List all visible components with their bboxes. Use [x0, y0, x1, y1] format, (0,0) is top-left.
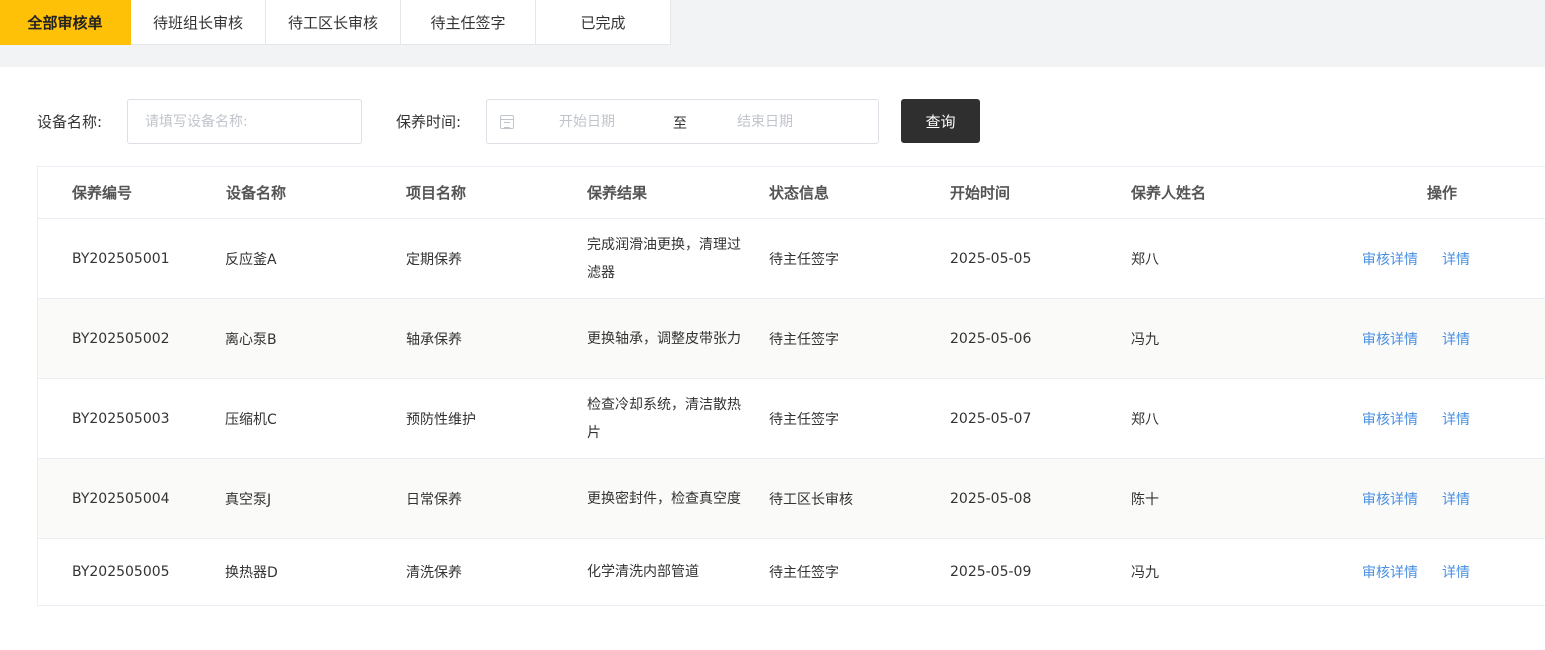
cell-result: 更换密封件，检查真空度: [587, 490, 741, 507]
cell-status: 待主任签字: [769, 251, 839, 268]
cell-start-time: 2025-05-08: [950, 490, 1032, 507]
cell-start-time: 2025-05-06: [950, 330, 1032, 347]
header-result: 保养结果: [587, 184, 648, 202]
review-details-link[interactable]: 审核详情: [1362, 562, 1418, 582]
tab-completed[interactable]: 已完成: [536, 0, 671, 45]
device-name-field-wrapper: [127, 99, 362, 144]
maintenance-time-label: 保养时间:: [396, 113, 462, 131]
date-range-picker[interactable]: 开始日期 至 结束日期: [486, 99, 879, 144]
query-button[interactable]: 查询: [901, 99, 980, 143]
cell-actions: 审核详情 详情: [1314, 249, 1545, 269]
cell-device-name: 反应釜A: [225, 251, 277, 268]
cell-person: 郑八: [1131, 251, 1159, 268]
review-details-link[interactable]: 审核详情: [1362, 249, 1418, 269]
cell-status: 待主任签字: [769, 411, 839, 428]
header-device-name: 设备名称: [226, 184, 287, 202]
cell-result: 检查冷却系统，清洁散热片: [587, 396, 741, 441]
cell-device-name: 真空泵J: [225, 491, 272, 508]
calendar-icon: [500, 115, 514, 129]
tab-list: 全部审核单 待班组长审核 待工区长审核 待主任签字 已完成: [0, 0, 671, 45]
cell-status: 待工区长审核: [769, 491, 853, 508]
header-maintenance-id: 保养编号: [72, 184, 133, 202]
tab-bar: 全部审核单 待班组长审核 待工区长审核 待主任签字 已完成: [0, 0, 1545, 67]
tab-area-chief-review[interactable]: 待工区长审核: [266, 0, 401, 45]
cell-person: 郑八: [1131, 411, 1159, 428]
header-start-time: 开始时间: [950, 184, 1011, 202]
tab-all[interactable]: 全部审核单: [0, 0, 131, 45]
device-name-label: 设备名称:: [37, 113, 103, 131]
cell-actions: 审核详情 详情: [1314, 329, 1545, 349]
tab-director-sign[interactable]: 待主任签字: [401, 0, 536, 45]
cell-maintenance-id: BY202505001: [72, 250, 170, 267]
details-link[interactable]: 详情: [1442, 562, 1470, 582]
cell-start-time: 2025-05-09: [950, 564, 1032, 580]
cell-result: 化学清洗内部管道: [587, 564, 699, 580]
cell-project-name: 清洗保养: [406, 565, 462, 581]
device-name-input[interactable]: [128, 100, 361, 143]
table-row: BY202505003 压缩机C 预防性维护 检查冷却系统，清洁散热片 待主任签…: [38, 379, 1545, 459]
details-link[interactable]: 详情: [1442, 489, 1470, 509]
table-row: BY202505002 离心泵B 轴承保养 更换轴承，调整皮带张力 待主任签字 …: [38, 299, 1545, 379]
cell-status: 待主任签字: [769, 331, 839, 348]
cell-device-name: 离心泵B: [225, 331, 277, 348]
maintenance-table: 保养编号 设备名称 项目名称 保养结果 状态信息 开始时间 保养人姓名 操作 B…: [37, 166, 1545, 606]
cell-project-name: 日常保养: [406, 491, 462, 508]
review-details-link[interactable]: 审核详情: [1362, 329, 1418, 349]
end-date-input[interactable]: 结束日期: [737, 113, 793, 131]
cell-result: 更换轴承，调整皮带张力: [587, 330, 741, 347]
cell-start-time: 2025-05-05: [950, 250, 1032, 267]
cell-project-name: 轴承保养: [406, 331, 462, 348]
cell-device-name: 换热器D: [225, 565, 278, 581]
header-person: 保养人姓名: [1131, 184, 1207, 202]
cell-project-name: 预防性维护: [406, 411, 476, 428]
details-link[interactable]: 详情: [1442, 409, 1470, 429]
cell-actions: 审核详情 详情: [1314, 562, 1545, 582]
cell-person: 陈十: [1131, 491, 1159, 508]
details-link[interactable]: 详情: [1442, 249, 1470, 269]
cell-device-name: 压缩机C: [225, 411, 277, 428]
header-project-name: 项目名称: [406, 184, 467, 202]
cell-person: 冯九: [1131, 565, 1159, 581]
table-row: BY202505005 换热器D 清洗保养 化学清洗内部管道 待主任签字 202…: [38, 539, 1545, 605]
cell-maintenance-id: BY202505003: [72, 410, 170, 427]
table-row: BY202505001 反应釜A 定期保养 完成润滑油更换，清理过滤器 待主任签…: [38, 219, 1545, 299]
cell-maintenance-id: BY202505005: [72, 564, 170, 580]
tab-team-leader-review[interactable]: 待班组长审核: [131, 0, 266, 45]
review-details-link[interactable]: 审核详情: [1362, 409, 1418, 429]
cell-status: 待主任签字: [769, 565, 839, 581]
start-date-input[interactable]: 开始日期: [559, 113, 615, 131]
date-range-separator: 至: [673, 116, 687, 132]
cell-actions: 审核详情 详情: [1314, 409, 1545, 429]
review-details-link[interactable]: 审核详情: [1362, 489, 1418, 509]
cell-project-name: 定期保养: [406, 251, 462, 268]
cell-actions: 审核详情 详情: [1314, 489, 1545, 509]
cell-person: 冯九: [1131, 331, 1159, 348]
table-header: 保养编号 设备名称 项目名称 保养结果 状态信息 开始时间 保养人姓名 操作: [38, 167, 1545, 219]
header-status: 状态信息: [769, 184, 830, 202]
cell-start-time: 2025-05-07: [950, 410, 1032, 427]
cell-maintenance-id: BY202505002: [72, 330, 170, 347]
details-link[interactable]: 详情: [1442, 329, 1470, 349]
cell-result: 完成润滑油更换，清理过滤器: [587, 236, 741, 281]
header-actions: 操作: [1427, 184, 1458, 202]
table-row: BY202505004 真空泵J 日常保养 更换密封件，检查真空度 待工区长审核…: [38, 459, 1545, 539]
cell-maintenance-id: BY202505004: [72, 490, 170, 507]
